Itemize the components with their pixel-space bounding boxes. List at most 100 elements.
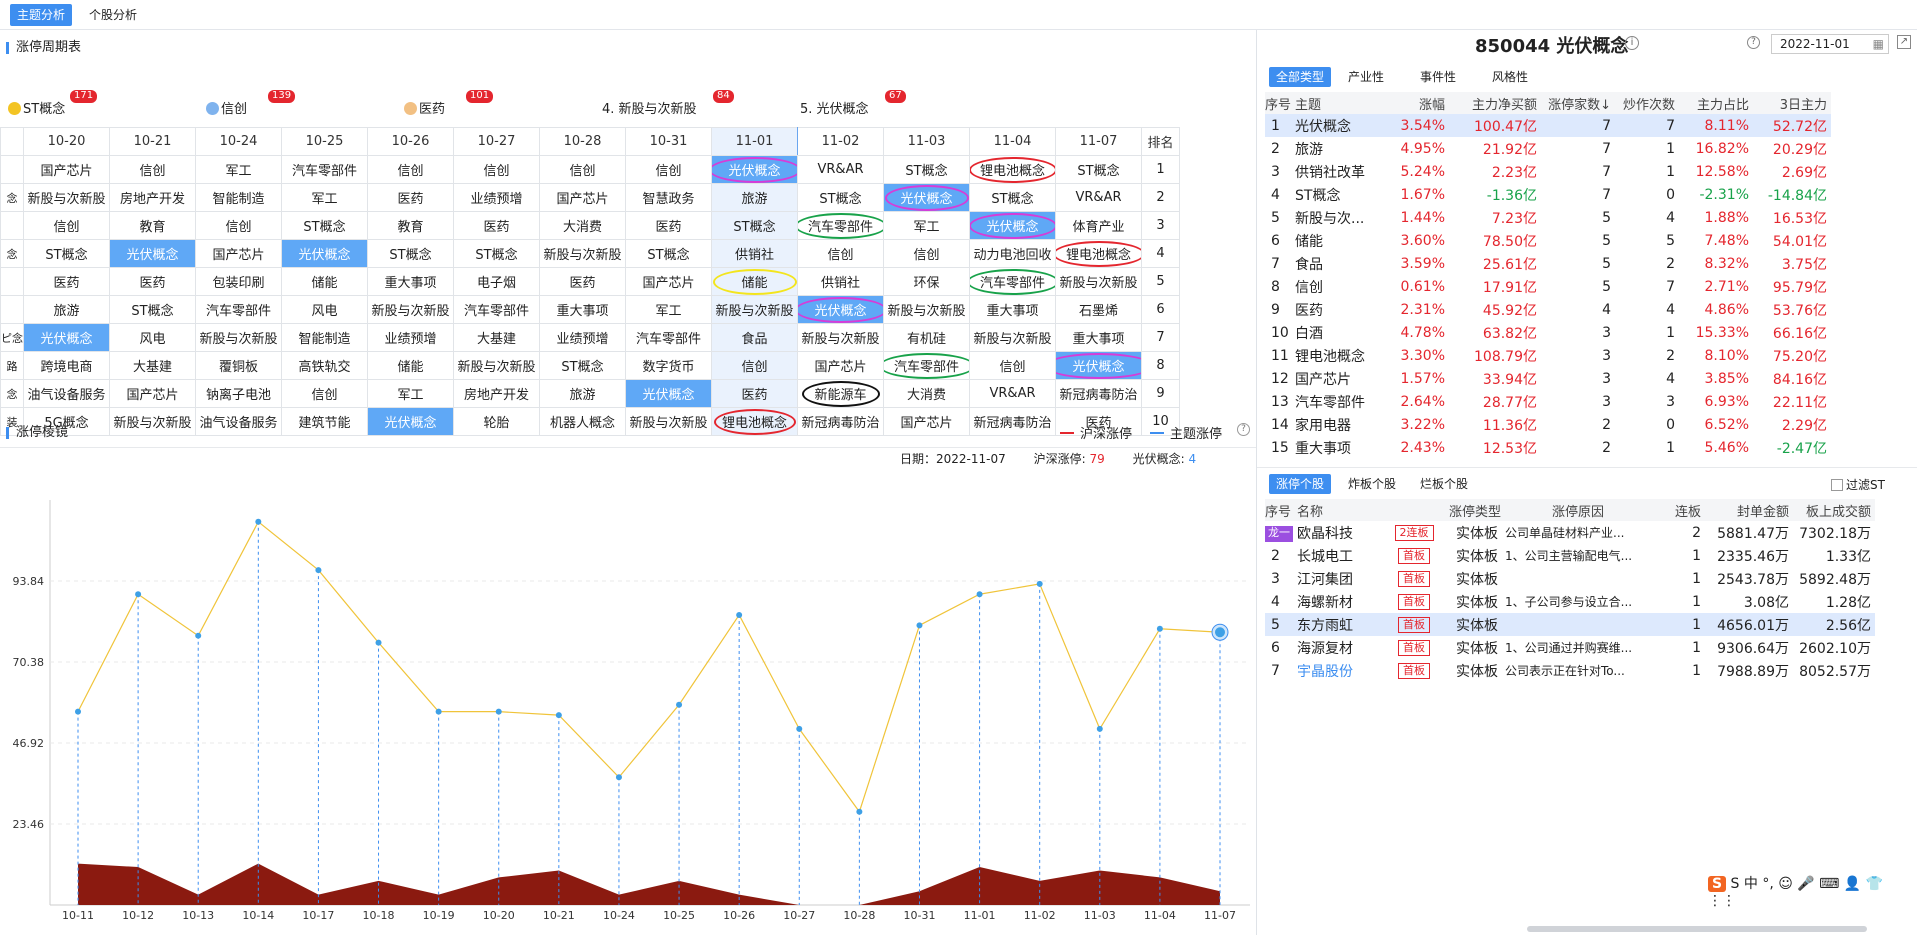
help-icon[interactable]: ? — [1747, 36, 1760, 49]
theme-cell[interactable]: 军工 — [883, 211, 970, 240]
date-column-header[interactable]: 11-01 — [711, 127, 798, 156]
theme-cell[interactable]: 信创 — [453, 155, 540, 184]
theme-cell[interactable]: VR&AR — [969, 379, 1056, 408]
theme-cell[interactable]: 国产芯片 — [539, 183, 626, 212]
date-column-header[interactable]: 10-27 — [453, 127, 540, 156]
theme-cell[interactable]: 信创 — [281, 379, 368, 408]
theme-cell[interactable]: VR&AR — [1055, 183, 1142, 212]
legend-hs[interactable]: 沪深涨停 — [1060, 423, 1132, 442]
stock-name[interactable]: 长城电工 — [1297, 544, 1379, 567]
theme-cell[interactable]: 信创 — [109, 155, 196, 184]
theme-cell[interactable]: 国产芯片 — [625, 267, 712, 296]
theme-cell[interactable]: ST概念 — [969, 183, 1056, 212]
theme-cell[interactable]: 医药 — [625, 211, 712, 240]
theme-cell[interactable]: 轮胎 — [453, 407, 540, 436]
theme-cell[interactable]: 光伏概念 — [281, 239, 368, 268]
theme-cell[interactable]: 业绩预增 — [539, 323, 626, 352]
theme-cell[interactable]: 光伏概念 — [109, 239, 196, 268]
theme-table-header[interactable]: 主力净买额 — [1449, 92, 1541, 114]
theme-cell[interactable]: ST概念 — [109, 295, 196, 324]
data-point[interactable] — [135, 591, 142, 598]
theme-cell[interactable]: 油气设备服务 — [195, 407, 282, 436]
theme-cell[interactable]: 食品 — [711, 323, 798, 352]
theme-cell[interactable]: 智慧政务 — [625, 183, 712, 212]
stock-table-header[interactable]: 封单金额 — [1705, 499, 1793, 521]
theme-row[interactable]: 4 ST概念 1.67% -1.36亿 7 0 -2.31% -14.84亿 — [1265, 183, 1831, 206]
tab-bad-board-stocks[interactable]: 烂板个股 — [1413, 474, 1475, 494]
data-point[interactable] — [255, 518, 262, 525]
date-column-header[interactable]: 10-26 — [367, 127, 454, 156]
theme-cell[interactable]: ST概念 — [281, 211, 368, 240]
theme-cell[interactable]: 新股与次新股 — [969, 323, 1056, 352]
theme-cell[interactable]: 储能 — [367, 351, 454, 380]
theme-row[interactable]: 12 国产芯片 1.57% 33.94亿 3 4 3.85% 84.16亿 — [1265, 367, 1831, 390]
theme-row[interactable]: 10 白酒 4.78% 63.82亿 3 1 15.33% 66.16亿 — [1265, 321, 1831, 344]
theme-cell[interactable]: 军工 — [195, 155, 282, 184]
theme-cell[interactable]: 新股与次新股 — [711, 295, 798, 324]
theme-cell[interactable]: 环保 — [883, 267, 970, 296]
theme-table-header[interactable]: 主题 — [1295, 92, 1397, 114]
stock-name[interactable]: 海螺新材 — [1297, 590, 1379, 613]
stock-name[interactable]: 欧晶科技 — [1297, 521, 1379, 544]
data-point[interactable] — [75, 708, 81, 715]
hot-theme-1[interactable]: ST概念 171 — [8, 90, 98, 117]
theme-cell[interactable]: 国产芯片 — [883, 407, 970, 436]
theme-cell[interactable]: 锂电池概念 — [711, 407, 798, 436]
theme-cell[interactable]: 石墨烯 — [1055, 295, 1142, 324]
data-point[interactable] — [856, 808, 863, 815]
theme-cell[interactable]: 新股与次新股 — [539, 239, 626, 268]
data-point[interactable] — [796, 725, 803, 732]
theme-cell[interactable]: 锂电池概念 — [969, 155, 1056, 184]
theme-cell[interactable]: 跨境电商 — [23, 351, 110, 380]
date-column-header[interactable]: 10-25 — [281, 127, 368, 156]
theme-cell[interactable]: 高铁轨交 — [281, 351, 368, 380]
stock-table-header[interactable]: 名称 — [1297, 499, 1379, 521]
hot-theme-3[interactable]: 医药 101 — [404, 90, 494, 117]
theme-cell[interactable]: 医药 — [539, 267, 626, 296]
theme-cell[interactable]: ST概念 — [883, 155, 970, 184]
tab-event[interactable]: 事件性 — [1413, 67, 1463, 87]
data-point[interactable] — [736, 611, 743, 618]
data-point[interactable] — [375, 639, 382, 646]
data-point[interactable] — [1215, 627, 1225, 638]
theme-cell[interactable]: 大基建 — [453, 323, 540, 352]
theme-row[interactable]: 3 供销社改革 5.24% 2.23亿 7 1 12.58% 2.69亿 — [1265, 160, 1831, 183]
theme-cell[interactable]: 国产芯片 — [23, 155, 110, 184]
theme-row[interactable]: 9 医药 2.31% 45.92亿 4 4 4.86% 53.76亿 — [1265, 298, 1831, 321]
limit-up-prism-chart[interactable]: 23.46 46.92 70.38 93.84 10-11 10-12 10-13 10-14… — [0, 455, 1256, 935]
theme-cell[interactable]: ST概念 — [1055, 155, 1142, 184]
external-link-icon[interactable]: ↗ — [1897, 35, 1911, 49]
data-point[interactable] — [976, 591, 983, 598]
theme-cell[interactable]: 机器人概念 — [539, 407, 626, 436]
theme-cell[interactable]: 汽车零部件 — [625, 323, 712, 352]
theme-row[interactable]: 14 家用电器 3.22% 11.36亿 2 0 6.52% 2.29亿 — [1265, 413, 1831, 436]
stock-table-header[interactable]: 连板 — [1655, 499, 1705, 521]
theme-table-header[interactable]: 3日主力 — [1753, 92, 1831, 114]
theme-cell[interactable]: 汽车零部件 — [797, 211, 884, 240]
theme-cell[interactable]: 储能 — [711, 267, 798, 296]
theme-cell[interactable]: 新股与次新股 — [367, 295, 454, 324]
tab-broken-board-stocks[interactable]: 炸板个股 — [1341, 474, 1403, 494]
theme-cell[interactable]: 光伏概念 — [797, 295, 884, 324]
data-point[interactable] — [1036, 580, 1043, 587]
tab-limit-up-stocks[interactable]: 涨停个股 — [1269, 474, 1332, 494]
theme-cell[interactable]: 光伏概念 — [625, 379, 712, 408]
theme-cell[interactable]: 电子烟 — [453, 267, 540, 296]
theme-cell[interactable]: 光伏概念 — [367, 407, 454, 436]
theme-cell[interactable]: 信创 — [883, 239, 970, 268]
theme-row[interactable]: 8 信创 0.61% 17.91亿 5 7 2.71% 95.79亿 — [1265, 275, 1831, 298]
theme-cell[interactable]: 智能制造 — [281, 323, 368, 352]
theme-cell[interactable]: 包装印刷 — [195, 267, 282, 296]
theme-cell[interactable]: 智能制造 — [195, 183, 282, 212]
help-icon[interactable]: ? — [1237, 423, 1250, 436]
theme-cell[interactable]: 数字货币 — [625, 351, 712, 380]
theme-row[interactable]: 2 旅游 4.95% 21.92亿 7 1 16.82% 20.29亿 — [1265, 137, 1831, 160]
stock-row[interactable]: 6 海源复材 首板 实体板 1、公司通过并购赛维... 1 9306.64万 2602.10万 — [1265, 636, 1875, 659]
stock-row[interactable]: 3 江河集团 首板 实体板 1 2543.78万 5892.48万 — [1265, 567, 1875, 590]
theme-cell[interactable]: 信创 — [367, 155, 454, 184]
theme-cell[interactable]: 旅游 — [23, 295, 110, 324]
theme-table-header[interactable]: 序号 — [1265, 92, 1295, 114]
data-point[interactable] — [555, 712, 562, 719]
theme-cell[interactable]: 医药 — [711, 379, 798, 408]
info-icon[interactable]: i — [1625, 36, 1639, 50]
